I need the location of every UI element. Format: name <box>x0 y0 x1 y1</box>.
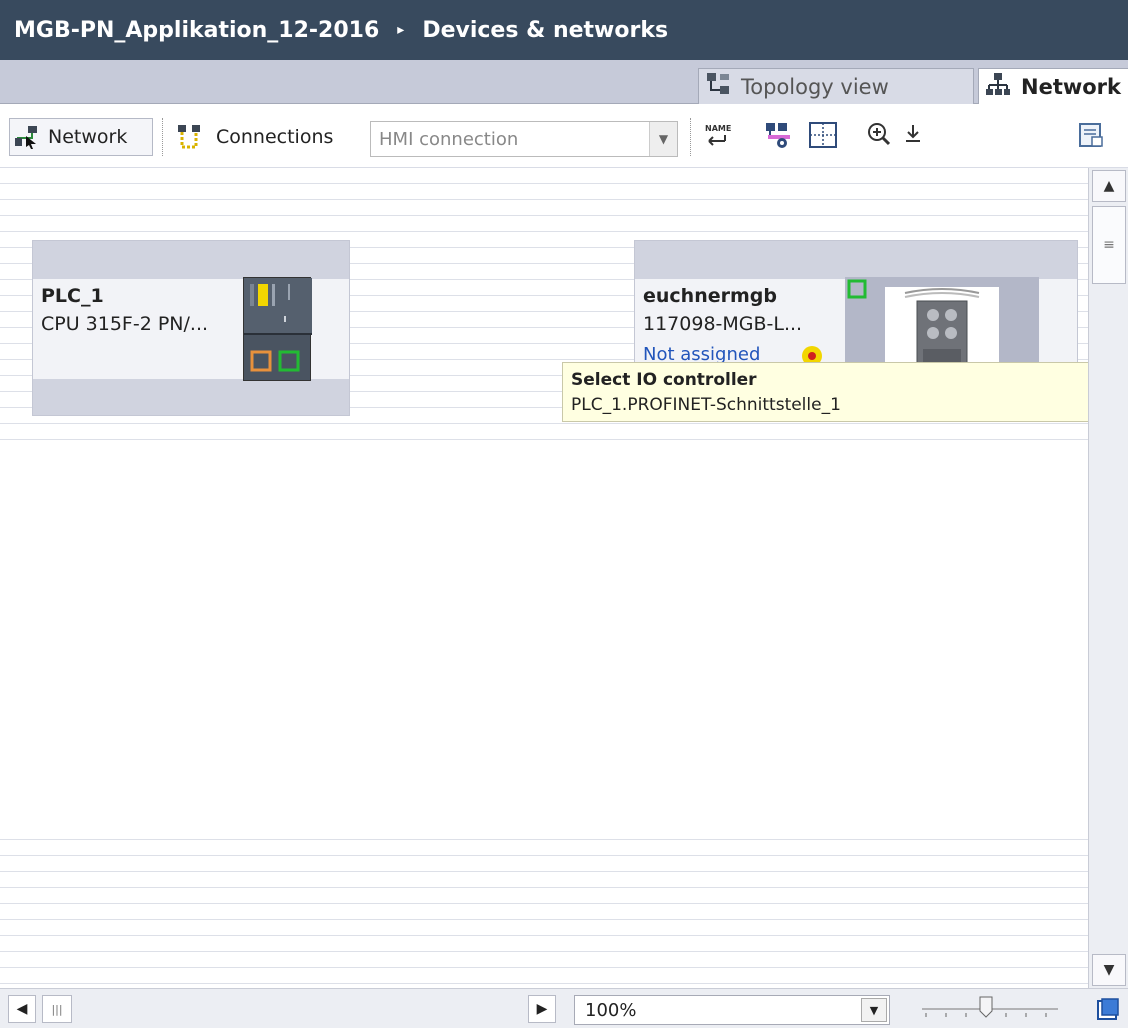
toolbar-divider <box>690 118 691 156</box>
breadcrumb-separator: ▸ <box>397 22 405 38</box>
zoom-select[interactable]: 100% ▼ <box>574 995 890 1025</box>
network-canvas[interactable]: PLC_1 CPU 315F-2 PN/... euchnermgb 11709… <box>0 168 1088 988</box>
canvas-blank-area <box>0 448 1088 828</box>
chevron-down-icon[interactable]: ▼ <box>861 998 887 1022</box>
name-icon[interactable]: NAME <box>702 120 732 150</box>
overview-navigation-icon[interactable] <box>1094 995 1122 1023</box>
vertical-scrollbar[interactable]: ▲ ≡ ▼ <box>1088 168 1128 988</box>
zoom-value: 100% <box>585 1000 637 1021</box>
scroll-thumb[interactable]: ≡ <box>1092 206 1126 284</box>
export-icon[interactable] <box>898 120 928 150</box>
status-led-icon <box>258 284 268 306</box>
tooltip-title: Select IO controller <box>571 370 757 390</box>
toolbar-divider <box>162 118 163 156</box>
topology-icon <box>705 71 731 102</box>
connections-icon <box>176 123 202 151</box>
project-name: MGB-PN_Applikation_12-2016 <box>14 17 380 43</box>
network-view-icon <box>985 71 1011 102</box>
tab-topology-view[interactable]: Topology view <box>698 68 974 104</box>
connections-mode-button[interactable]: Connections <box>176 118 333 156</box>
scroll-down-icon[interactable]: ▼ <box>1092 954 1126 986</box>
device-plc[interactable]: PLC_1 CPU 315F-2 PN/... <box>32 240 350 416</box>
properties-panel-icon[interactable] <box>1076 120 1106 150</box>
cpu-module-icon <box>243 277 312 381</box>
device-type: 117098-MGB-L... <box>643 313 803 335</box>
zoom-slider-thumb <box>979 996 993 1018</box>
zoom-in-icon[interactable] <box>866 120 896 150</box>
show-address-icon[interactable] <box>764 120 794 150</box>
scroll-right-icon[interactable]: ▶ <box>528 995 556 1023</box>
chevron-down-icon[interactable]: ▼ <box>649 122 677 156</box>
device-name: euchnermgb <box>643 285 777 307</box>
port-status-icon <box>847 279 867 299</box>
tooltip-value: PLC_1.PROFINET-Schnittstelle_1 <box>571 395 841 415</box>
tab-network-label: Network view <box>1021 74 1128 99</box>
horizontal-scroll-thumb[interactable]: ||| <box>42 995 72 1023</box>
network-mode-button[interactable]: Network <box>9 118 153 156</box>
title-bar: MGB-PN_Applikation_12-2016 ▸ Devices & n… <box>0 0 1128 60</box>
network-mode-icon <box>14 124 42 150</box>
tab-topology-label: Topology view <box>741 74 889 99</box>
view-tab-row: Topology view Network view <box>0 60 1128 104</box>
zoom-slider[interactable] <box>920 995 1060 1023</box>
io-controller-tooltip: Select IO controller PLC_1.PROFINET-Schn… <box>562 362 1088 422</box>
connections-label: Connections <box>216 126 334 148</box>
section-name: Devices & networks <box>422 17 669 43</box>
connection-type-select[interactable]: HMI connection ▼ <box>370 121 678 157</box>
scroll-up-icon[interactable]: ▲ <box>1092 170 1126 202</box>
status-bar: ◀ ||| ▶ 100% ▼ <box>0 988 1128 1028</box>
connection-type-value: HMI connection <box>379 129 519 150</box>
tab-network-view[interactable]: Network view <box>978 68 1128 104</box>
scroll-left-icon[interactable]: ◀ <box>8 995 36 1023</box>
device-name: PLC_1 <box>41 285 104 307</box>
device-type: CPU 315F-2 PN/... <box>41 313 209 335</box>
network-mode-label: Network <box>48 126 128 148</box>
svg-text:NAME: NAME <box>705 124 731 133</box>
network-toolbar: Network Connections HMI connection ▼ NAM… <box>0 104 1128 168</box>
grid-icon[interactable] <box>808 120 838 150</box>
